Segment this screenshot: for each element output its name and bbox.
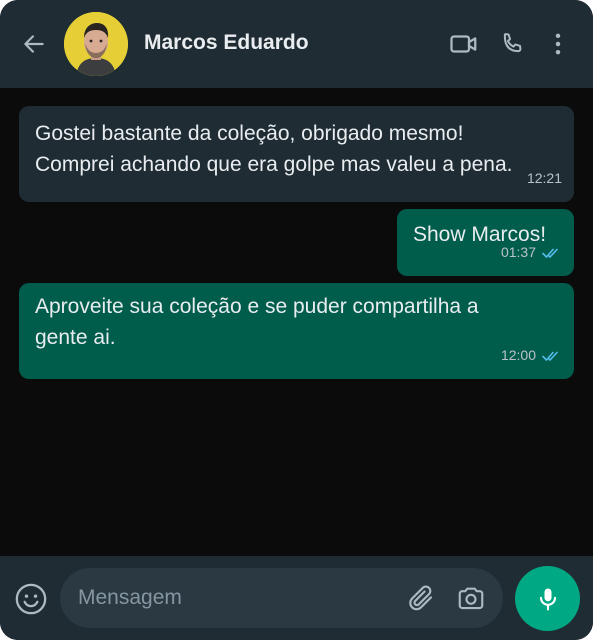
back-button[interactable] (20, 30, 48, 58)
mic-icon (539, 588, 556, 611)
double-check-icon (542, 248, 558, 258)
message-bubble-outgoing[interactable]: Aproveite sua coleção e se puder compart… (19, 283, 574, 379)
chat-header: Marcos Eduardo (0, 0, 593, 88)
emoji-button[interactable] (12, 580, 50, 618)
message-meta: 12:00 (501, 340, 562, 371)
attach-icon (409, 585, 433, 611)
message-bubble-outgoing[interactable]: Show Marcos! 01:37 (397, 209, 574, 276)
avatar[interactable] (64, 12, 128, 76)
message-time: 01:37 (500, 244, 536, 260)
more-vertical-icon (555, 33, 561, 55)
video-call-button[interactable] (448, 28, 480, 60)
message-input-wrapper (60, 568, 503, 628)
message-meta: 01:37 (501, 237, 562, 268)
message-meta: 12:21 (527, 163, 562, 194)
contact-name[interactable]: Marcos Eduardo (144, 31, 309, 55)
message-time: 12:21 (526, 170, 562, 186)
more-options-button[interactable] (542, 28, 574, 60)
camera-icon (458, 587, 484, 610)
message-text: Aproveite sua coleção e se puder compart… (35, 295, 479, 349)
video-call-icon (450, 35, 477, 53)
double-check-icon (542, 351, 558, 361)
message-bubble-incoming[interactable]: Gostei bastante da coleção, obrigado mes… (19, 106, 574, 202)
back-arrow-icon (24, 35, 44, 53)
contact-photo (64, 12, 128, 76)
voice-record-button[interactable] (515, 566, 580, 631)
composer-bar (0, 556, 593, 640)
attach-button[interactable] (405, 582, 437, 614)
message-input[interactable] (78, 580, 398, 616)
emoji-icon (15, 583, 47, 615)
chat-screen: Marcos Eduardo Gostei bastante da coleçã… (0, 0, 593, 640)
message-time: 12:00 (500, 347, 536, 363)
voice-call-button[interactable] (496, 28, 528, 60)
camera-button[interactable] (455, 582, 487, 614)
message-list[interactable]: Gostei bastante da coleção, obrigado mes… (0, 88, 593, 556)
phone-icon (503, 33, 522, 53)
message-text: Gostei bastante da coleção, obrigado mes… (35, 122, 513, 176)
